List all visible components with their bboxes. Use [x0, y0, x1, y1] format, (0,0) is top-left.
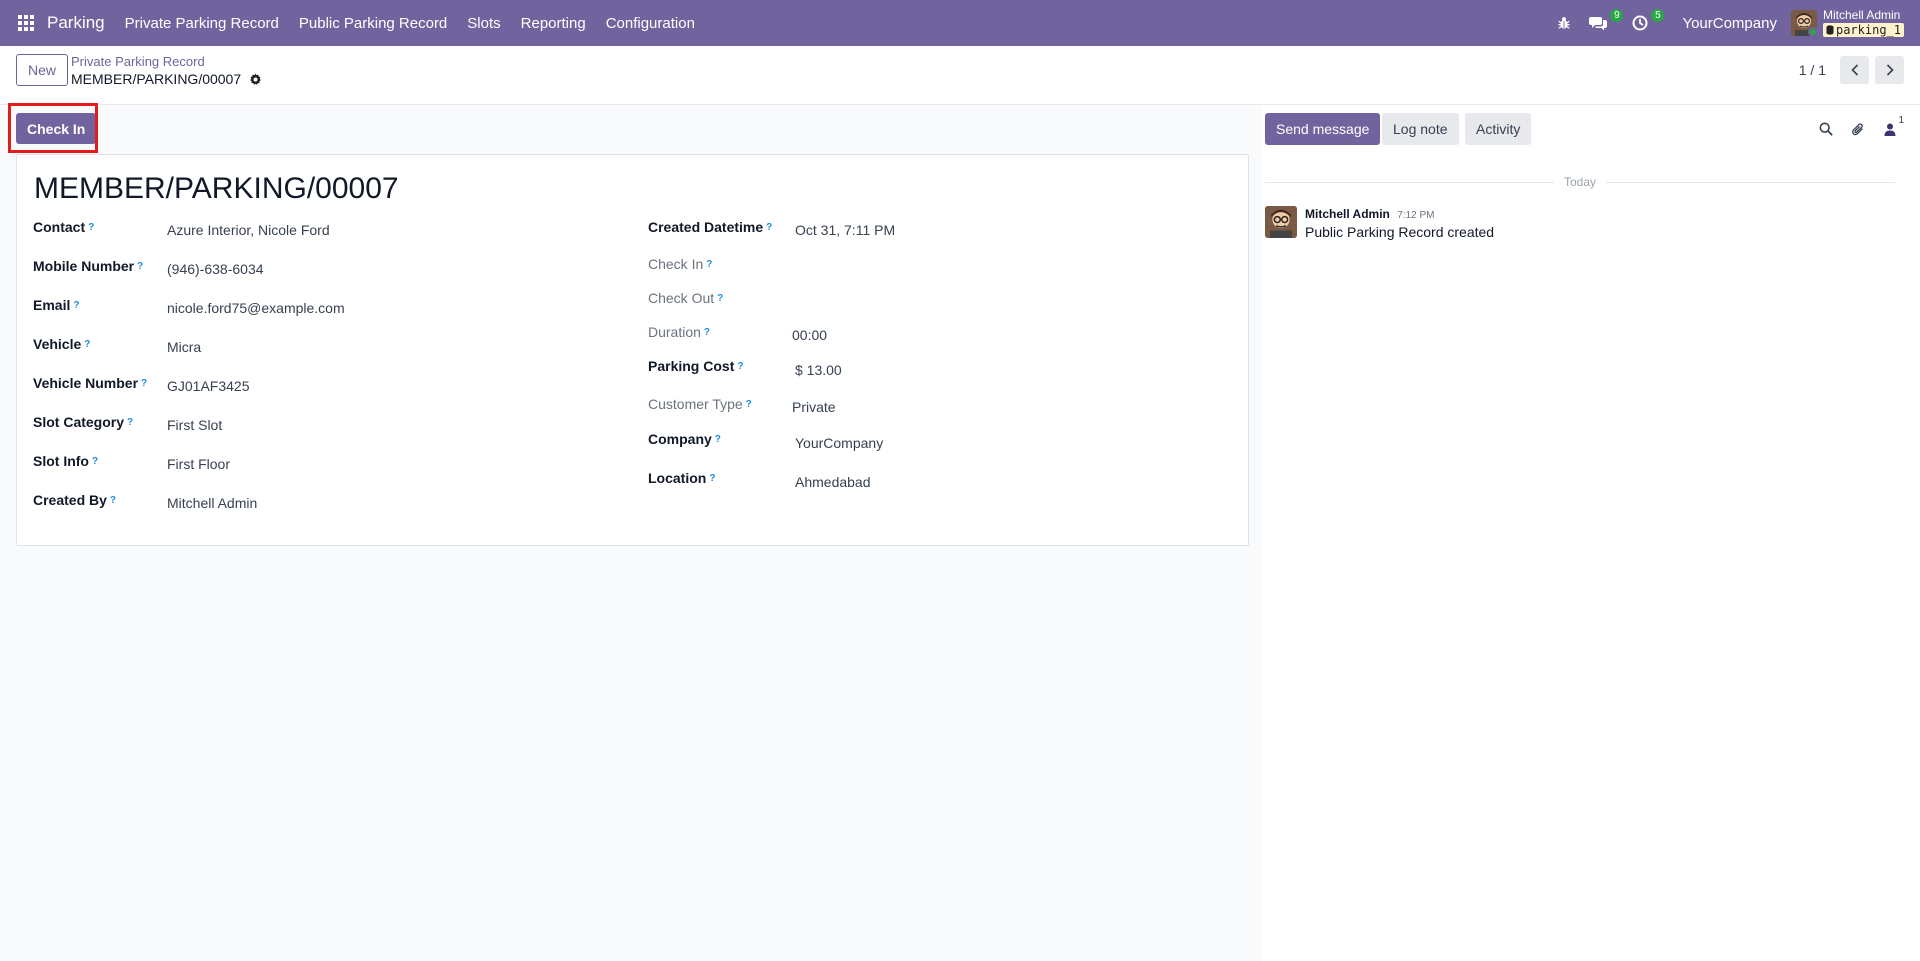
pager-previous-button[interactable] [1840, 56, 1869, 84]
field-label-vehicle: Vehicle? [33, 336, 91, 352]
pager-next-button[interactable] [1875, 56, 1904, 84]
top-navbar: Parking Private Parking Record Public Pa… [0, 0, 1920, 46]
send-message-button[interactable]: Send message [1265, 113, 1381, 145]
field-value-created-datetime[interactable]: Oct 31, 7:11 PM [795, 222, 895, 238]
message-time: 7:12 PM [1397, 210, 1435, 221]
activity-button[interactable]: Activity [1465, 113, 1532, 145]
log-note-button[interactable]: Log note [1382, 113, 1459, 145]
field-label-created-datetime: Created Datetime? [648, 219, 773, 235]
message-author[interactable]: Mitchell Admin [1305, 207, 1390, 221]
date-separator-label: Today [1563, 175, 1597, 189]
breadcrumb-parent[interactable]: Private Parking Record [71, 54, 205, 69]
field-label-slot-category: Slot Category? [33, 414, 134, 430]
user-menu[interactable]: Mitchell Admin parking_1 [1822, 8, 1904, 37]
control-panel: New Private Parking Record MEMBER/PARKIN… [0, 46, 1920, 105]
user-name: Mitchell Admin [1822, 8, 1901, 22]
followers-button[interactable]: 1 [1874, 115, 1906, 139]
chat-bubbles-icon[interactable]: 9 [1580, 0, 1624, 46]
chevron-right-icon [1886, 64, 1894, 76]
paperclip-icon[interactable] [1842, 119, 1874, 139]
user-icon [1884, 123, 1896, 136]
field-value-email[interactable]: nicole.ford75@example.com [167, 300, 345, 316]
field-label-contact: Contact? [33, 219, 95, 235]
field-value-customer-type[interactable]: Private [792, 399, 836, 415]
apps-grid-icon[interactable] [0, 0, 50, 46]
field-value-duration[interactable]: 00:00 [792, 327, 827, 343]
field-label-created-by: Created By? [33, 492, 117, 508]
chatter-message: Mitchell Admin 7:12 PM Public Parking Re… [1265, 206, 1494, 240]
app-name[interactable]: Parking [47, 13, 105, 33]
field-label-check-in: Check In? [648, 256, 713, 272]
date-separator: Today [1265, 174, 1895, 190]
field-value-mobile-number[interactable]: (946)-638-6034 [167, 261, 264, 277]
field-label-mobile-number: Mobile Number? [33, 258, 144, 274]
chatter-topbar-icons: 1 [1810, 115, 1906, 139]
bug-icon[interactable] [1548, 0, 1580, 46]
field-value-location[interactable]: Ahmedabad [795, 474, 871, 490]
menu-configuration[interactable]: Configuration [596, 0, 705, 46]
field-label-email: Email? [33, 297, 80, 313]
gear-icon[interactable] [249, 73, 262, 86]
field-label-company: Company? [648, 431, 721, 447]
activities-count-badge: 5 [1651, 9, 1665, 22]
database-icon [1826, 25, 1834, 35]
clock-icon[interactable]: 5 [1623, 0, 1665, 46]
menu-slots[interactable]: Slots [457, 0, 510, 46]
followers-count: 1 [1898, 115, 1904, 126]
field-label-parking-cost: Parking Cost? [648, 358, 744, 374]
field-label-location: Location? [648, 470, 716, 486]
field-value-parking-cost[interactable]: $ 13.00 [795, 362, 842, 378]
messages-count-badge: 9 [1610, 9, 1624, 22]
field-value-vehicle[interactable]: Micra [167, 339, 201, 355]
breadcrumb-current: MEMBER/PARKING/00007 [71, 71, 262, 87]
message-text: Public Parking Record created [1305, 224, 1495, 240]
highlight-box [8, 103, 98, 153]
navbar-systray: 9 5 YourCompany Mitchell Admin parking_1 [1548, 0, 1920, 46]
field-label-customer-type: Customer Type? [648, 396, 752, 412]
menu-private-parking-record[interactable]: Private Parking Record [115, 0, 289, 46]
field-label-slot-info: Slot Info? [33, 453, 99, 469]
new-button[interactable]: New [16, 54, 69, 86]
field-value-slot-info[interactable]: First Floor [167, 456, 230, 472]
company-switcher[interactable]: YourCompany [1664, 15, 1791, 32]
field-value-contact[interactable]: Azure Interior, Nicole Ford [167, 222, 330, 238]
field-label-check-out: Check Out? [648, 290, 724, 306]
form-sheet: MEMBER/PARKING/00007 Contact? Azure Inte… [16, 154, 1249, 546]
pager: 1 / 1 [1799, 56, 1904, 84]
menu-public-parking-record[interactable]: Public Parking Record [289, 0, 457, 46]
database-badge: parking_1 [1822, 23, 1904, 37]
breadcrumb-current-label: MEMBER/PARKING/00007 [71, 71, 242, 87]
record-title: MEMBER/PARKING/00007 [34, 172, 399, 205]
database-name: parking_1 [1835, 23, 1901, 37]
user-avatar[interactable] [1790, 10, 1817, 36]
search-icon[interactable] [1810, 119, 1842, 139]
field-value-created-by[interactable]: Mitchell Admin [167, 495, 257, 511]
pager-value[interactable]: 1 / 1 [1799, 62, 1826, 78]
field-label-vehicle-number: Vehicle Number? [33, 375, 148, 391]
field-value-company[interactable]: YourCompany [795, 435, 883, 451]
menu-reporting[interactable]: Reporting [511, 0, 596, 46]
field-value-vehicle-number[interactable]: GJ01AF3425 [167, 378, 250, 394]
field-value-slot-category[interactable]: First Slot [167, 417, 222, 433]
chevron-left-icon [1850, 64, 1858, 76]
field-label-duration: Duration? [648, 324, 711, 340]
message-author-avatar[interactable] [1265, 206, 1297, 238]
